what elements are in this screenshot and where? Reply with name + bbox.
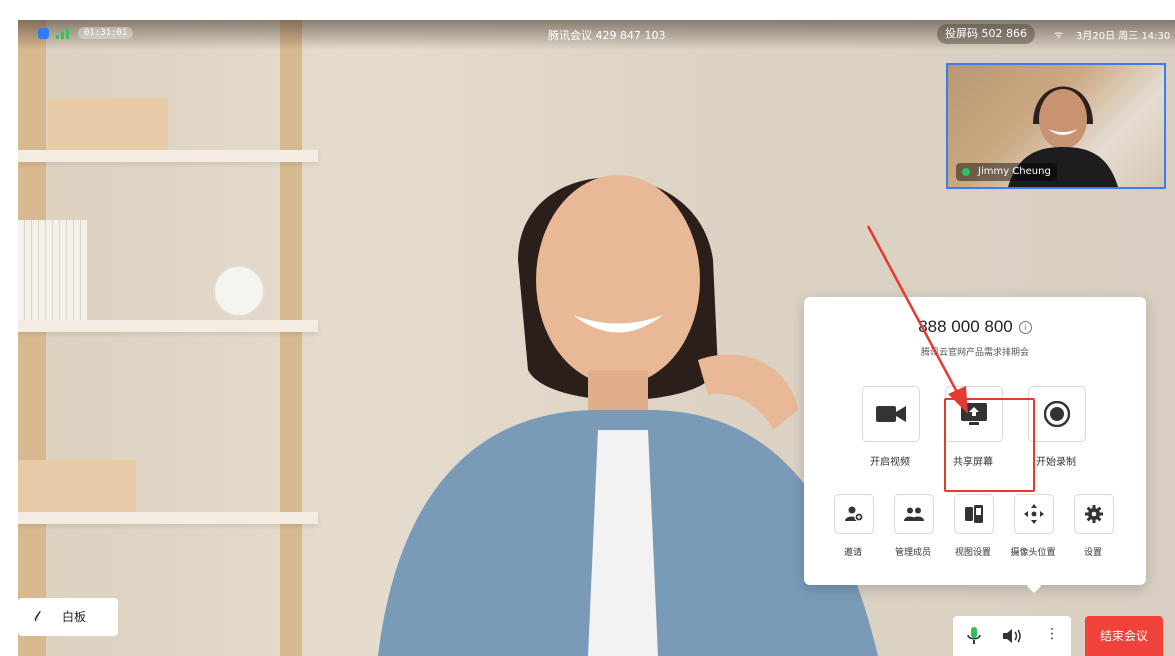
storage-box xyxy=(48,98,168,150)
whiteboard-label: 白板 xyxy=(62,610,87,624)
speaker-icon[interactable] xyxy=(1003,628,1023,644)
mic-icon[interactable] xyxy=(967,627,981,645)
camera-position-label: 摄像头位置 xyxy=(1010,548,1056,558)
end-meeting-button[interactable]: 结束会议 xyxy=(1085,616,1163,656)
view-settings-icon xyxy=(965,505,983,523)
view-settings-label: 视图设置 xyxy=(954,548,991,558)
cast-code[interactable]: 投屏码 502 866 xyxy=(937,24,1035,44)
signal-icon xyxy=(56,28,69,39)
annotation-arrow xyxy=(866,225,968,414)
whiteboard-button[interactable]: 𝓁 白板 xyxy=(18,598,118,636)
shelf-post xyxy=(18,20,46,656)
invite-icon xyxy=(845,506,863,522)
shirt xyxy=(588,430,658,656)
audio-controls: ⋮ xyxy=(953,616,1071,656)
view-settings-button[interactable] xyxy=(954,494,994,534)
invite-label: 邀请 xyxy=(843,548,862,558)
gear-icon xyxy=(1085,505,1103,523)
self-view-video[interactable]: Jimmy Cheung xyxy=(946,63,1166,189)
wifi-icon: ᯤ xyxy=(1054,30,1064,41)
date-time: 3月20日 周三 14:30 xyxy=(1076,31,1171,42)
invite-button[interactable] xyxy=(834,494,874,534)
members-icon xyxy=(904,507,924,521)
shelf-post xyxy=(280,20,302,656)
camera-position-icon xyxy=(1024,504,1044,524)
self-view-name-tag: Jimmy Cheung xyxy=(956,163,1057,181)
start-recording-button[interactable] xyxy=(1028,386,1086,442)
manage-members-button[interactable] xyxy=(894,494,934,534)
meeting-title: 腾讯会议 429 847 103 xyxy=(548,29,666,42)
settings-label: 设置 xyxy=(1083,548,1102,558)
settings-button[interactable] xyxy=(1074,494,1114,534)
shield-icon xyxy=(38,28,49,39)
face xyxy=(536,175,700,385)
pen-icon: 𝓁 xyxy=(34,609,39,625)
meeting-timer: 01:31:01 xyxy=(78,27,134,39)
shelf-board xyxy=(18,150,318,162)
manage-members-label: 管理成员 xyxy=(894,548,931,558)
clock xyxy=(213,265,265,317)
participant-name: Jimmy Cheung xyxy=(978,166,1051,177)
camera-position-button[interactable] xyxy=(1014,494,1054,534)
status-bar: 01:31:01 腾讯会议 429 847 103 投屏码 502 866 ᯤ … xyxy=(18,20,1175,50)
storage-box xyxy=(18,460,136,512)
more-options-icon[interactable]: ⋮ xyxy=(1045,626,1059,642)
shelf-board xyxy=(18,320,318,332)
shelf-board xyxy=(18,512,318,524)
info-icon[interactable]: i xyxy=(1018,321,1032,334)
books xyxy=(18,220,88,320)
start-video-label: 开启视频 xyxy=(870,457,910,468)
mic-icon xyxy=(962,168,970,176)
record-icon xyxy=(1044,401,1070,427)
hand xyxy=(698,354,798,430)
